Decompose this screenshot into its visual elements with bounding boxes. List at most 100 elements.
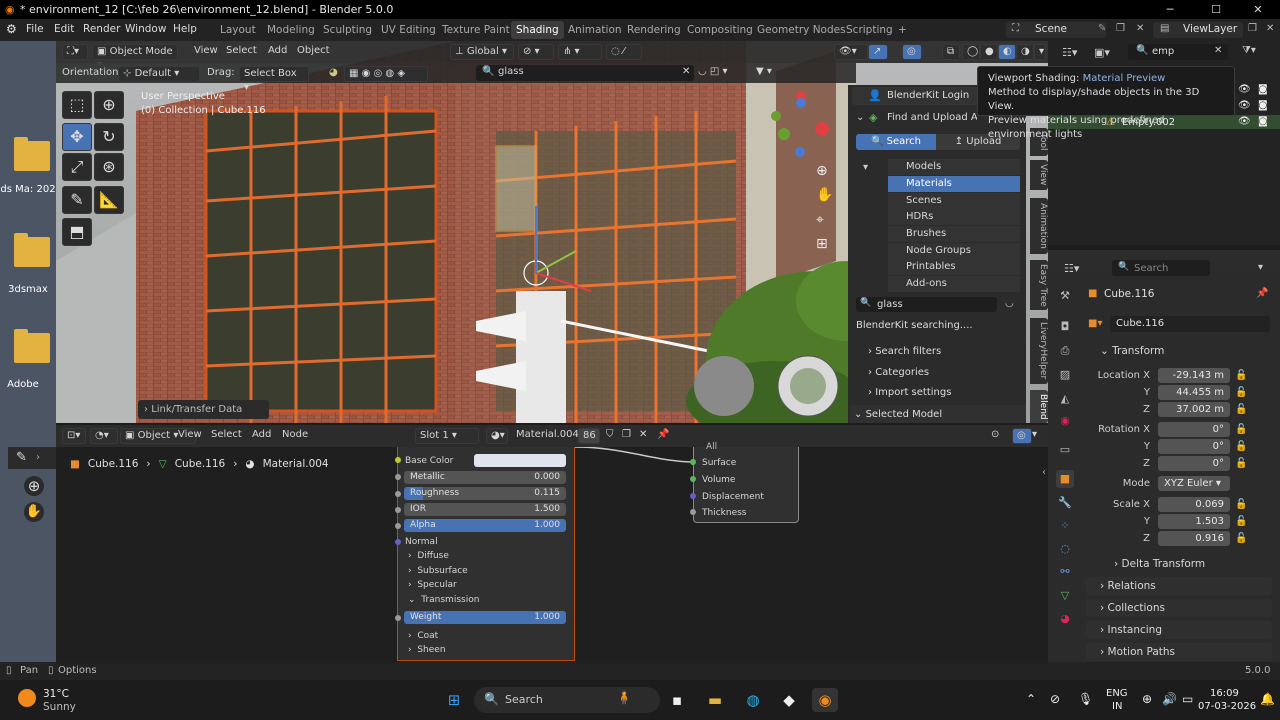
move-tool[interactable]: ✥ (62, 123, 92, 151)
delete-viewlayer-icon[interactable]: ✕ (1266, 23, 1274, 34)
menu-add[interactable]: Add (252, 429, 271, 440)
asset-bar-icon[interactable]: ◡ ◰ ▾ (698, 66, 728, 77)
transform-orientation-dropdown[interactable]: ⊥ Global ▾ (450, 44, 514, 60)
tab-geometry-nodes[interactable]: Geometry Nodes (752, 21, 851, 39)
lock-icon[interactable]: 🔓 (1235, 387, 1247, 398)
search-filters-section[interactable]: › Search filters (868, 346, 941, 357)
snap-icon[interactable]: ⊙ (991, 429, 999, 440)
rotation-y-field[interactable]: 0° (1158, 439, 1230, 454)
roughness-field[interactable]: Roughness 0.115 (404, 487, 566, 500)
blender-taskbar-icon[interactable]: ◉ (812, 688, 838, 712)
file-explorer-icon[interactable]: ▬ (702, 688, 728, 712)
tab-uv-editing[interactable]: UV Editing (376, 21, 441, 39)
asset-type-printables[interactable]: Printables (888, 259, 1020, 275)
link-transfer-panel[interactable]: › Link/Transfer Data (138, 400, 269, 419)
outliner-editor-icon[interactable]: ☷▾ (1062, 46, 1077, 59)
relations-panel[interactable]: › Relations (1086, 577, 1272, 595)
show-hidden-icons[interactable]: ⌃ (1026, 692, 1036, 706)
new-viewlayer-icon[interactable]: ❐ (1248, 23, 1257, 34)
sidebar-tab-easy-tree[interactable]: Easy Tree (1030, 260, 1048, 310)
delete-scene-icon[interactable]: ✕ (1136, 23, 1144, 34)
mode-dropdown[interactable]: ▣ Object Mode ▾ (92, 44, 178, 71)
sidebar-tab-liveryhelper[interactable]: LiveryHelper (1030, 318, 1048, 384)
scale-tool[interactable]: ⤢ (62, 153, 92, 181)
menu-select[interactable]: Select (226, 45, 257, 56)
socket-surface[interactable] (690, 459, 696, 465)
menu-object[interactable]: Object (297, 45, 330, 56)
weather-desc[interactable]: Sunny (43, 701, 76, 713)
maximize-button[interactable]: ☐ (1194, 0, 1238, 19)
asset-type-brushes[interactable]: Brushes (888, 226, 1020, 242)
scene-tab-icon[interactable]: ◭ (1056, 390, 1074, 408)
rotation-mode-dropdown[interactable]: XYZ Euler ▾ (1158, 476, 1230, 491)
grid-toggle-icon[interactable]: ⊞ (816, 236, 828, 252)
socket-displacement[interactable] (690, 493, 696, 499)
lock-icon[interactable]: 🔓 (1235, 499, 1247, 510)
tab-layout[interactable]: Layout (215, 21, 261, 39)
scale-y-field[interactable]: 1.503 (1158, 514, 1230, 529)
hand-pan-icon[interactable]: ✋ (24, 502, 44, 522)
asset-type-scenes[interactable]: Scenes (888, 193, 1020, 209)
menu-edit[interactable]: Edit (54, 23, 74, 35)
location-y-field[interactable]: 44.455 m (1158, 385, 1230, 400)
notifications-icon[interactable]: 🔔 (1260, 692, 1275, 706)
wireframe-shading-icon[interactable]: ◯ (962, 44, 980, 60)
shader-type-icon[interactable]: ◔▾ (90, 428, 118, 444)
socket-metallic[interactable] (395, 474, 401, 480)
asset-type-hdrs[interactable]: HDRs (888, 209, 1020, 225)
scale-z-field[interactable]: 0.916 (1158, 531, 1230, 546)
collection-tab-icon[interactable]: ▭ (1056, 441, 1074, 459)
lock-icon[interactable]: 🔓 (1235, 370, 1247, 381)
world-tab-icon[interactable]: ◉ (1056, 412, 1074, 430)
clear-search-icon[interactable]: ✕ (682, 66, 690, 77)
diffuse-subpanel[interactable]: › Diffuse (408, 551, 449, 561)
xray-toggle-icon[interactable]: ⧉ (942, 44, 960, 60)
metallic-field[interactable]: Metallic 0.000 (404, 471, 566, 484)
menu-file[interactable]: File (26, 23, 44, 35)
asset-types-collapse-icon[interactable]: ▾ (863, 162, 868, 173)
close-window-button[interactable]: ✕ (1236, 0, 1280, 19)
tool-properties-tab-icon[interactable]: ⚒ (1056, 287, 1074, 305)
language-region[interactable]: IN (1112, 701, 1122, 712)
subsurface-subpanel[interactable]: › Subsurface (408, 566, 468, 576)
pin-icon[interactable]: 📌 (1256, 288, 1268, 299)
network-off-icon[interactable]: ⊘ (1050, 692, 1060, 706)
motion-paths-panel[interactable]: › Motion Paths (1086, 643, 1272, 661)
visibility-eye-icon[interactable]: 👁 (1238, 100, 1251, 111)
data-tab-icon[interactable]: ▽ (1056, 587, 1074, 605)
overlay-toggle-icon[interactable]: ◎ (902, 44, 922, 60)
asset-type-addons[interactable]: Add-ons (888, 276, 1020, 292)
specular-subpanel[interactable]: › Specular (408, 580, 457, 590)
clock-date[interactable]: 07-03-2026 (1198, 701, 1256, 712)
transmission-subpanel[interactable]: ⌄ Transmission (408, 595, 479, 605)
properties-editor-icon[interactable]: ☷▾ (1064, 262, 1079, 275)
measure-tool[interactable]: 📐 (94, 186, 124, 214)
transform-panel-header[interactable]: ⌄ Transform (1086, 342, 1272, 360)
menu-view[interactable]: View (194, 45, 218, 56)
tab-sculpting[interactable]: Sculpting (318, 21, 377, 39)
duplicate-material-icon[interactable]: ❐ (622, 429, 631, 440)
tab-compositing[interactable]: Compositing (682, 21, 758, 39)
material-browse-icon[interactable]: ◕▾ (486, 428, 508, 444)
coat-subpanel[interactable]: › Coat (408, 631, 438, 641)
annotate-tool[interactable]: ✎ (62, 186, 92, 214)
lock-icon[interactable]: 🔓 (1235, 516, 1247, 527)
tab-scripting[interactable]: Scripting (841, 21, 898, 39)
tab-texture-paint[interactable]: Texture Paint (437, 21, 515, 39)
proportional-edit-button[interactable]: ◌ ⁄ (606, 44, 642, 60)
collapse-chevron-icon[interactable]: ⌄ (856, 112, 864, 123)
socket-base-color[interactable] (395, 457, 401, 463)
pivot-dropdown[interactable]: ⊘ ▾ (518, 44, 554, 60)
sheen-subpanel[interactable]: › Sheen (408, 645, 446, 655)
visibility-eye-icon[interactable]: 👁 (1238, 116, 1251, 127)
menu-render[interactable]: Render (83, 23, 120, 35)
visibility-dropdown[interactable]: 👁▾ (834, 44, 868, 60)
app-icon[interactable]: ◆ (776, 688, 802, 712)
zoom-icon[interactable]: ⊕ (816, 163, 828, 179)
shading-presets[interactable]: ▦ ◉ ◎ ◍ ◈ (344, 66, 428, 82)
render-camera-icon[interactable]: ◙ (1258, 116, 1268, 127)
fake-user-shield-icon[interactable]: ⛉ (606, 429, 614, 440)
menu-add[interactable]: Add (268, 45, 287, 56)
location-z-field[interactable]: 37.002 m (1158, 402, 1230, 417)
shading-options-icon[interactable]: ▾ (1034, 44, 1046, 60)
